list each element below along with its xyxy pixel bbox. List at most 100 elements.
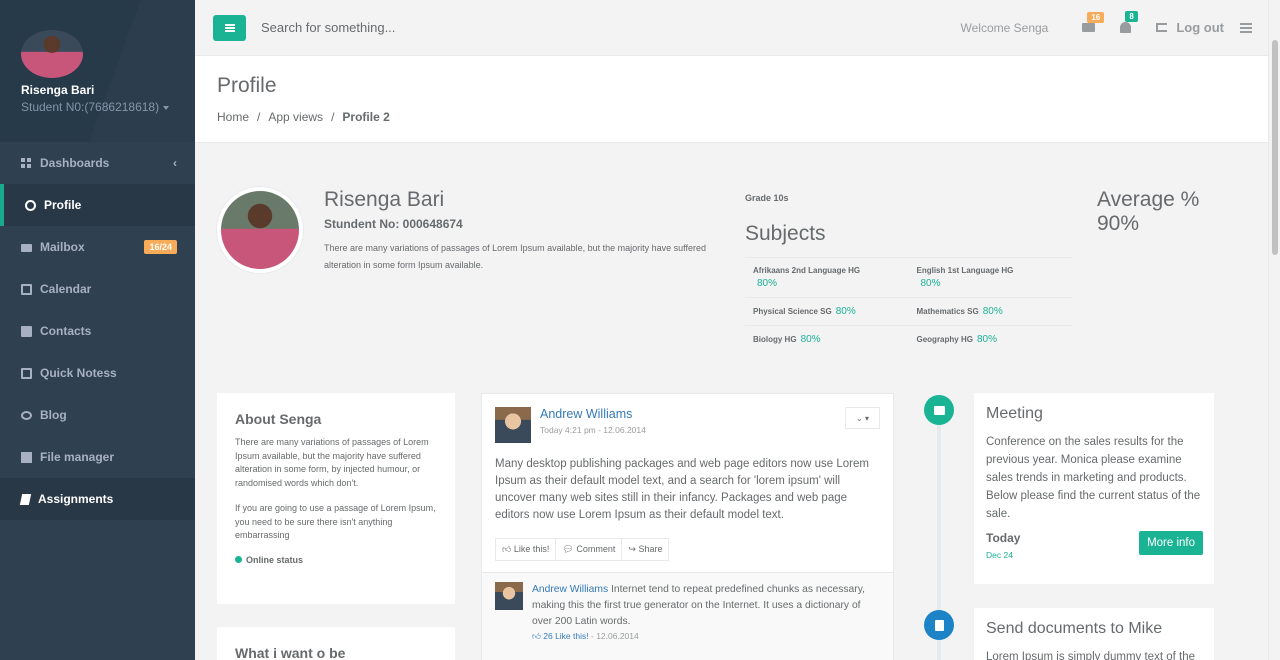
subject-name: Geography HG	[916, 335, 973, 344]
top-navbar: Welcome Senga 16 8 Log out	[195, 0, 1268, 56]
subject-row: Physical Science SG 80% Mathematics SG 80%	[745, 297, 1072, 325]
timeline-title: Send documents to Mike	[986, 620, 1163, 637]
sidebar-item-label: Contacts	[40, 324, 92, 338]
caret-down-icon	[163, 105, 170, 110]
files-icon	[21, 451, 32, 463]
chevron-down-icon: ⌄ ▾	[856, 413, 869, 423]
share-button[interactable]: ↪ Share	[621, 538, 670, 561]
breadcrumb-home[interactable]: Home	[217, 110, 249, 124]
average-value: 90%	[1097, 212, 1140, 235]
status-dot-icon	[235, 556, 242, 563]
sidebar-item-profile[interactable]: Profile	[0, 184, 195, 226]
search-input[interactable]	[261, 20, 561, 35]
breadcrumb-current: Profile 2	[342, 110, 390, 124]
post-actions: 👍︎ Like this! 💬︎ Comment ↪ Share	[495, 538, 893, 561]
average-label: Average %	[1097, 188, 1200, 211]
subjects-title: Subjects	[745, 222, 826, 245]
about-paragraph: There are many variations of passages of…	[235, 437, 429, 488]
sidebar-item-mailbox[interactable]: Mailbox 16/24	[0, 226, 195, 268]
goals-title: What i want o be	[235, 645, 346, 660]
sidebar-user-name: Risenga Bari	[21, 83, 95, 97]
like-button[interactable]: 👍︎ Like this!	[495, 538, 557, 561]
subject-cell: Mathematics SG 80%	[909, 298, 1073, 325]
alert-count-badge: 8	[1125, 11, 1138, 22]
edit-icon	[21, 367, 32, 379]
sidebar-item-dashboards[interactable]: Dashboards ‹	[0, 142, 195, 184]
comment-button[interactable]: 💬︎ Comment	[555, 538, 623, 561]
subject-cell: English 1st Language HG 80%	[909, 258, 1073, 297]
subject-cell: Geography HG 80%	[909, 326, 1073, 353]
share-icon: ↪	[628, 544, 639, 554]
post-body: Many desktop publishing packages and web…	[495, 458, 869, 521]
subject-cell: Biology HG 80%	[745, 326, 909, 353]
timeline-date: Dec 24	[986, 550, 1013, 560]
author-link[interactable]: Andrew Williams	[540, 407, 646, 421]
breadcrumb-separator: /	[331, 110, 335, 124]
page-heading: Profile Home / App views / Profile 2	[195, 56, 1268, 143]
scrollbar-thumb[interactable]	[1272, 40, 1278, 255]
breadcrumb-app-views[interactable]: App views	[268, 110, 323, 124]
bell-icon[interactable]: 8	[1120, 11, 1138, 33]
envelope-icon[interactable]: 16	[1082, 12, 1105, 32]
online-status-label: Online status	[246, 554, 304, 565]
timeline-item-meeting: Meeting Conference on the sales results …	[974, 393, 1214, 584]
envelope-icon	[21, 244, 32, 252]
subject-cell: Afrikaans 2nd Language HG 80%	[745, 258, 909, 297]
mailbox-badge: 16/24	[144, 240, 177, 254]
sidebar-item-quick-notes[interactable]: Quick Notess	[0, 352, 195, 394]
sidebar-profile-header: Risenga Bari Student N0:(7686218618)	[0, 0, 195, 142]
avatar[interactable]	[21, 30, 83, 78]
subject-name: English 1st Language HG	[916, 266, 1014, 275]
sidebar-user-dropdown[interactable]: Student N0:(7686218618)	[21, 100, 195, 114]
sidebar-item-calendar[interactable]: Calendar	[0, 268, 195, 310]
more-info-button[interactable]: More info	[1139, 531, 1203, 555]
goals-box: What i want o be	[217, 627, 455, 660]
profile-photo	[217, 187, 303, 273]
author-avatar[interactable]	[495, 407, 531, 443]
comment-date: - 12.06.2014	[591, 631, 639, 641]
subject-percent: 80%	[835, 306, 856, 317]
page-title: Profile	[217, 74, 277, 97]
tasks-icon[interactable]	[1240, 22, 1252, 33]
sidebar-item-assignments[interactable]: Assignments	[0, 478, 195, 520]
subject-row: Afrikaans 2nd Language HG 80% English 1st…	[745, 257, 1072, 297]
chevron-left-icon: ‹	[173, 156, 177, 170]
commenter-avatar[interactable]	[495, 582, 523, 610]
subject-cell: Physical Science SG 80%	[745, 298, 909, 325]
logout-link[interactable]: Log out	[1156, 20, 1224, 35]
commenter-link[interactable]: Andrew Williams	[532, 584, 608, 595]
timeline-text: Conference on the sales results for the …	[986, 436, 1201, 520]
menu-toggle-button[interactable]	[213, 14, 246, 41]
thumbs-up-icon: 👍︎	[502, 544, 514, 554]
sidebar-item-contacts[interactable]: Contacts	[0, 310, 195, 352]
thumbs-up-icon: 👍︎	[532, 631, 544, 641]
subject-percent: 80%	[920, 278, 941, 289]
comment-text: Andrew Williams Internet tend to repeat …	[532, 582, 880, 630]
comment-like-link[interactable]: 👍︎ 26 Like this!	[532, 631, 589, 641]
timeline-icon	[924, 610, 954, 640]
logout-label: Log out	[1176, 20, 1224, 35]
feed-header: Andrew Williams Today 4:21 pm - 12.06.20…	[482, 394, 893, 443]
sidebar-item-label: Profile	[44, 198, 82, 212]
book-icon	[19, 493, 32, 505]
timeline-icon	[924, 395, 954, 425]
student-number: Stundent No: 000648674	[324, 217, 463, 231]
file-text-icon	[934, 619, 944, 631]
sidebar-item-blog[interactable]: Blog	[0, 394, 195, 436]
timeline-text: Lorem Ipsum is simply dummy text of the	[986, 651, 1195, 660]
breadcrumb: Home / App views / Profile 2	[217, 110, 1268, 124]
subject-percent: 80%	[800, 334, 821, 345]
about-paragraph: If you are going to use a passage of Lor…	[235, 503, 436, 540]
subject-name: Afrikaans 2nd Language HG	[753, 266, 861, 275]
post-options-dropdown[interactable]: ⌄ ▾	[845, 407, 880, 429]
sidebar-item-label: Calendar	[40, 282, 92, 296]
subject-percent: 80%	[757, 278, 778, 289]
subjects-table: Afrikaans 2nd Language HG 80% English 1st…	[745, 257, 1072, 353]
comments-section: Andrew Williams Internet tend to repeat …	[482, 572, 893, 660]
sign-out-icon	[1156, 23, 1168, 32]
timeline-when: Today	[986, 531, 1021, 545]
sidebar-item-file-manager[interactable]: File manager	[0, 436, 195, 478]
sidebar-item-label: Mailbox	[40, 240, 85, 254]
sidebar: Risenga Bari Student N0:(7686218618) Das…	[0, 0, 195, 660]
page-scrollbar[interactable]	[1268, 0, 1280, 660]
